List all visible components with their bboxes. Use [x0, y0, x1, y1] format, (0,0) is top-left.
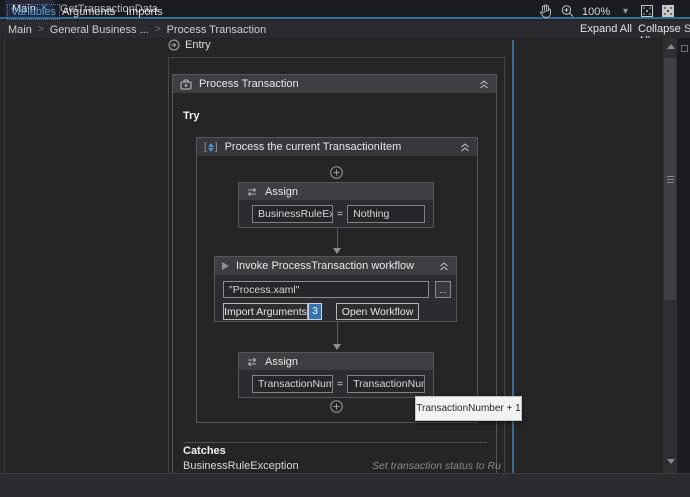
- assign-2-header[interactable]: Assign: [239, 353, 433, 370]
- assign-2-to-field[interactable]: TransactionNumbe: [252, 375, 333, 393]
- add-activity-icon[interactable]: [330, 166, 343, 179]
- catch-exception-type[interactable]: BusinessRuleException: [183, 460, 299, 472]
- assign-1-to-field[interactable]: BusinessRuleExcep: [252, 205, 333, 223]
- equals-sign: =: [337, 208, 344, 220]
- scrollbar-thumb[interactable]: [664, 58, 676, 300]
- zoom-level-value[interactable]: 100%: [582, 6, 610, 18]
- sequence-header[interactable]: [] Process the current TransactionItem: [197, 138, 477, 156]
- add-activity-icon[interactable]: [330, 400, 343, 413]
- invoke-workflow-header[interactable]: Invoke ProcessTransaction workflow: [215, 257, 456, 275]
- equals-sign: =: [337, 378, 344, 390]
- sequence-title: Process the current TransactionItem: [224, 141, 402, 153]
- try-section-label: Try: [183, 110, 200, 122]
- expression-tooltip: TransactionNumber + 1: [415, 396, 522, 421]
- invoke-play-icon: [222, 262, 229, 270]
- variables-tab[interactable]: Variables: [7, 4, 61, 20]
- canvas-left-border: [4, 38, 5, 473]
- process-transaction-header[interactable]: Process Transaction: [173, 75, 496, 93]
- zoom-to-fit-icon[interactable]: [661, 4, 675, 18]
- breadcrumb-separator: >: [37, 24, 44, 35]
- workflow-designer-canvas[interactable]: Entry Process Transaction Try [] Process…: [0, 38, 690, 473]
- connector-line: [337, 322, 338, 344]
- scrollbar-down-arrow-icon[interactable]: [667, 459, 675, 464]
- entry-label: Entry: [185, 39, 211, 51]
- scrollbar-up-arrow-icon[interactable]: [667, 44, 675, 49]
- entry-icon: [168, 39, 180, 51]
- arguments-tab[interactable]: Arguments: [62, 6, 115, 18]
- assign-1-value-field[interactable]: Nothing: [347, 205, 426, 223]
- breadcrumb-general-business[interactable]: General Business ...: [50, 24, 149, 36]
- browse-workflow-button[interactable]: ...: [435, 281, 451, 298]
- assign-1-header[interactable]: Assign: [239, 183, 433, 200]
- process-transaction-title: Process Transaction: [199, 78, 299, 90]
- import-arguments-button[interactable]: Import Arguments: [223, 303, 308, 320]
- clipped-panel-icon: [681, 45, 688, 52]
- collapse-chevron-icon[interactable]: [479, 79, 489, 89]
- zoom-caret-icon[interactable]: ▾: [623, 6, 628, 17]
- expand-all-button[interactable]: Expand All: [580, 23, 632, 35]
- sequence-icon: []: [204, 141, 218, 153]
- collapse-chevron-icon[interactable]: [439, 261, 449, 271]
- assign-block-1[interactable]: Assign BusinessRuleExcep = Nothing: [238, 182, 434, 228]
- invoke-workflow-block[interactable]: Invoke ProcessTransaction workflow "Proc…: [214, 256, 457, 322]
- designer-status-bar: [0, 473, 690, 497]
- breadcrumb-main[interactable]: Main: [8, 24, 32, 36]
- catch-hint-text: Set transaction status to Ru: [372, 460, 501, 472]
- assign-2-value-field[interactable]: TransactionNumbe: [347, 375, 426, 393]
- invoke-workflow-title: Invoke ProcessTransaction workflow: [236, 260, 415, 272]
- fit-to-screen-icon[interactable]: [640, 4, 654, 18]
- right-panel-edge: [677, 38, 690, 473]
- catches-section-label: Catches: [183, 445, 226, 457]
- connector-line: [337, 228, 338, 248]
- entry-node[interactable]: Entry: [168, 39, 211, 51]
- assign-block-2[interactable]: Assign TransactionNumbe = TransactionNum…: [238, 352, 434, 398]
- breadcrumb-separator: >: [154, 24, 161, 35]
- imports-tab[interactable]: Imports: [126, 6, 163, 18]
- collapse-chevron-icon[interactable]: [460, 142, 470, 152]
- assign-icon: [247, 187, 257, 196]
- arguments-count-badge: 3: [308, 303, 322, 320]
- clipped-panel-edge-label: S: [684, 23, 690, 35]
- open-workflow-button[interactable]: Open Workflow: [336, 303, 419, 320]
- zoom-magnifier-icon[interactable]: [560, 4, 575, 19]
- connector-arrow-icon: [333, 344, 341, 350]
- state-briefcase-icon: [180, 79, 192, 89]
- assign-1-title: Assign: [265, 185, 299, 198]
- assign-2-title: Assign: [265, 355, 299, 368]
- catches-divider: [183, 442, 487, 443]
- connector-arrow-icon: [333, 248, 341, 254]
- assign-icon: [247, 357, 257, 366]
- workflow-path-field[interactable]: "Process.xaml": [223, 281, 429, 298]
- breadcrumb-process-transaction[interactable]: Process Transaction: [167, 24, 267, 36]
- pan-hand-icon[interactable]: [538, 4, 553, 19]
